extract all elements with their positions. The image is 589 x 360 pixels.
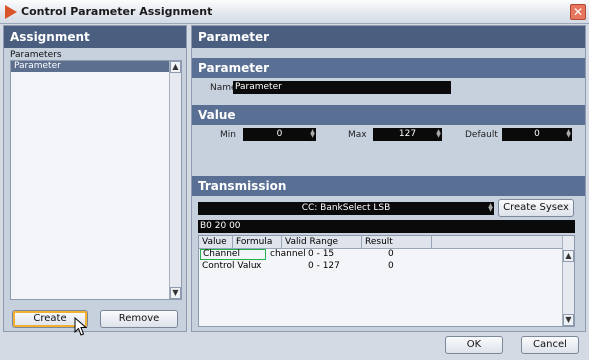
table-cell-formula[interactable]: x (256, 261, 261, 272)
assignment-panel: Assignment Parameters Parameter ▲ ▼ Crea… (3, 25, 187, 336)
default-value: 0 (534, 129, 540, 139)
mouse-cursor-icon (74, 317, 88, 336)
min-label: Min (220, 130, 236, 140)
transmission-type-select[interactable]: CC: BankSelect LSB ▲ ▼ (198, 202, 494, 215)
value-section-title: Value (192, 105, 585, 125)
min-field[interactable]: 0 ▲ ▼ (243, 128, 316, 141)
name-field[interactable]: Parameter (233, 81, 451, 94)
transmission-type-value: CC: BankSelect LSB (301, 203, 391, 213)
scroll-down-icon[interactable]: ▼ (563, 314, 574, 326)
table-cell-valid-range[interactable]: 0 - 127 (308, 261, 340, 272)
parameter-panel: Parameter Parameter Name Parameter Value… (191, 25, 586, 332)
column-header-value[interactable]: Value (199, 236, 233, 248)
max-field[interactable]: 127 ▲ ▼ (373, 128, 442, 141)
transmission-type-spinner-icon[interactable]: ▲ ▼ (488, 203, 493, 213)
ok-button[interactable]: OK (445, 336, 503, 354)
cancel-button[interactable]: Cancel (521, 336, 579, 354)
default-field[interactable]: 0 ▲ ▼ (502, 128, 572, 141)
parameters-list[interactable]: Parameter ▲ ▼ (10, 60, 182, 300)
column-header-valid-range[interactable]: Valid Range (282, 236, 362, 248)
parameter-header: Parameter (192, 26, 585, 48)
table-scrollbar[interactable]: ▲ ▼ (562, 236, 574, 326)
max-label: Max (348, 130, 367, 140)
parameter-section-title: Parameter (192, 58, 585, 78)
scroll-down-icon[interactable]: ▼ (170, 287, 181, 299)
list-scrollbar[interactable]: ▲ ▼ (169, 61, 181, 299)
default-label: Default (465, 130, 498, 140)
column-header-result[interactable]: Result (362, 236, 432, 248)
table-cell-value[interactable]: Channel (200, 249, 266, 260)
transmission-bytes-field[interactable]: B0 20 00 (198, 220, 575, 233)
title-bar: Control Parameter Assignment ✕ (0, 0, 589, 24)
transmission-table: Value Formula Valid Range Result Channel… (198, 235, 575, 327)
window-title: Control Parameter Assignment (21, 5, 213, 18)
remove-button[interactable]: Remove (100, 310, 178, 328)
table-cell-result[interactable]: 0 (388, 261, 394, 272)
table-cell-result[interactable]: 0 (388, 249, 394, 260)
parameters-label: Parameters (10, 50, 62, 60)
table-header: Value Formula Valid Range Result (199, 236, 562, 249)
app-logo-icon (5, 5, 17, 19)
default-spinner-icon[interactable]: ▲ ▼ (566, 129, 571, 139)
create-sysex-button[interactable]: Create Sysex (498, 199, 574, 217)
list-item[interactable]: Parameter (11, 61, 169, 72)
min-value: 0 (276, 129, 283, 139)
transmission-section-title: Transmission (192, 176, 585, 196)
max-spinner-icon[interactable]: ▲ ▼ (436, 129, 441, 139)
close-button[interactable]: ✕ (570, 4, 586, 20)
assignment-header: Assignment (4, 26, 186, 48)
min-spinner-icon[interactable]: ▲ ▼ (310, 129, 315, 139)
column-header-formula[interactable]: Formula (233, 236, 282, 248)
scroll-up-icon[interactable]: ▲ (170, 61, 181, 73)
scroll-up-icon[interactable]: ▲ (563, 250, 574, 262)
table-cell-valid-range[interactable]: 0 - 15 (308, 249, 334, 260)
table-cell-formula[interactable]: channel (270, 249, 306, 260)
max-value: 127 (398, 129, 417, 139)
table-cell-value[interactable]: Control Valu (202, 261, 257, 272)
